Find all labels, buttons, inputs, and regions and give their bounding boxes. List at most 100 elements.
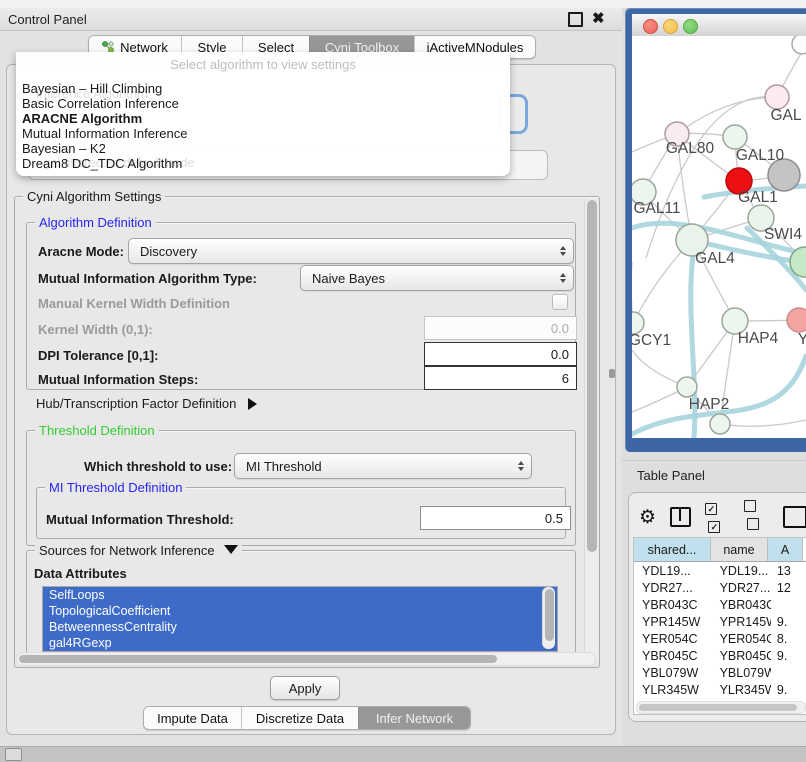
network-canvas[interactable]: GALGAL80GAL10GAL1GAL11SWI4GAL4GCY1HAP4YH… bbox=[632, 36, 806, 438]
node-label: GCY1 bbox=[632, 332, 671, 349]
table-cell: YBL079W bbox=[634, 666, 712, 680]
mi-steps-label: Mutual Information Steps: bbox=[38, 372, 198, 387]
list-scrollbar[interactable] bbox=[542, 587, 555, 649]
settings-vertical-scrollbar[interactable] bbox=[584, 198, 598, 664]
table-horizontal-scrollbar-thumb[interactable] bbox=[639, 704, 797, 711]
node-label: GAL bbox=[770, 107, 801, 124]
table-row[interactable]: YIL052CYIL052C9 bbox=[634, 698, 806, 699]
tab-impute-data[interactable]: Impute Data bbox=[144, 707, 241, 729]
network-node-hap2[interactable] bbox=[677, 377, 697, 397]
dpi-tolerance-label: DPI Tolerance [0,1]: bbox=[38, 348, 158, 363]
settings-horizontal-scrollbar-thumb[interactable] bbox=[19, 655, 497, 663]
table-horizontal-scrollbar[interactable] bbox=[636, 701, 806, 714]
node-label: GAL11 bbox=[633, 200, 680, 217]
table-row[interactable]: YER054CYER054C8. bbox=[634, 630, 806, 647]
table-cell: YPR145W bbox=[634, 615, 712, 629]
float-window-icon[interactable] bbox=[568, 12, 583, 27]
mi-algorithm-type-select[interactable]: Naive Bayes bbox=[300, 265, 574, 291]
table-panel-titlebar: Table Panel bbox=[622, 460, 806, 489]
kernel-width-label: Kernel Width (0,1): bbox=[38, 322, 153, 337]
table-cell: YBL079W bbox=[712, 666, 771, 680]
table-cell: 8. bbox=[771, 632, 806, 646]
dropdown-placeholder: Select algorithm to view settings bbox=[16, 57, 510, 71]
table-panel-window: ⚙ ✓✓ shared...nameA YDL19...YDL19...13YD… bbox=[628, 492, 806, 722]
table-cell: YDR27... bbox=[712, 581, 771, 595]
splitter-handle[interactable] bbox=[609, 369, 615, 378]
table-header-row: shared...nameA bbox=[634, 538, 806, 562]
network-node[interactable] bbox=[710, 414, 730, 434]
node-label: GAL10 bbox=[736, 147, 785, 164]
table-cell: YER054C bbox=[634, 632, 712, 646]
node-label: Y bbox=[798, 331, 806, 348]
table-rows: YDL19...YDL19...13YDR27...YDR27...12YBR0… bbox=[634, 562, 806, 699]
which-threshold-select[interactable]: MI Threshold bbox=[234, 453, 532, 479]
select-all-checked-icon[interactable]: ✓✓ bbox=[705, 499, 730, 535]
document-icon[interactable] bbox=[783, 506, 806, 528]
cyni-bottom-tabs: Impute DataDiscretize DataInfer Network bbox=[143, 706, 471, 730]
table-cell: 12 bbox=[771, 581, 806, 595]
split-columns-icon[interactable] bbox=[670, 507, 691, 527]
sources-toggle[interactable]: Sources for Network Inference bbox=[35, 543, 242, 558]
table-row[interactable]: YBL079WYBL079W bbox=[634, 664, 806, 681]
close-icon[interactable]: ✖ bbox=[592, 9, 605, 27]
attribute-item-selected[interactable]: TopologicalCoefficient bbox=[43, 603, 557, 619]
minimized-panel-icon[interactable] bbox=[5, 748, 22, 761]
kernel-width-input[interactable]: 0.0 bbox=[424, 316, 577, 340]
stepper-arrows-icon bbox=[553, 273, 573, 283]
dpi-tolerance-input[interactable]: 0.0 bbox=[424, 342, 577, 366]
table-cell: 9. bbox=[771, 683, 806, 697]
mi-steps-input[interactable]: 6 bbox=[424, 366, 577, 390]
apply-button[interactable]: Apply bbox=[270, 676, 340, 700]
algorithm-option[interactable]: Bayesian – K2 bbox=[16, 141, 510, 156]
attribute-item-selected[interactable]: BetweennessCentrality bbox=[43, 619, 557, 635]
network-node-gal10[interactable] bbox=[723, 125, 747, 149]
gear-icon[interactable]: ⚙ bbox=[639, 508, 656, 527]
aracne-mode-select[interactable]: Discovery bbox=[128, 238, 574, 264]
table-row[interactable]: YDR27...YDR27...12 bbox=[634, 579, 806, 596]
column-header-name[interactable]: name bbox=[711, 538, 768, 561]
zoom-traffic-light-icon[interactable] bbox=[683, 19, 698, 34]
network-graph: GALGAL80GAL10GAL1GAL11SWI4GAL4GCY1HAP4YH… bbox=[632, 36, 806, 438]
table-cell: YER054C bbox=[712, 632, 771, 646]
algorithm-dropdown-popup: Select algorithm to view settings Bayesi… bbox=[16, 52, 510, 176]
table-row[interactable]: YBR045CYBR045C9. bbox=[634, 647, 806, 664]
network-view-window: GALGAL80GAL10GAL1GAL11SWI4GAL4GCY1HAP4YH… bbox=[625, 8, 806, 452]
tab-discretize-data[interactable]: Discretize Data bbox=[241, 707, 358, 729]
table-row[interactable]: YBR043CYBR043C bbox=[634, 596, 806, 613]
table-row[interactable]: YDL19...YDL19...13 bbox=[634, 562, 806, 579]
which-threshold-label: Which threshold to use: bbox=[84, 459, 232, 474]
table-row[interactable]: YLR345WYLR345W9. bbox=[634, 681, 806, 698]
network-node[interactable] bbox=[792, 36, 806, 54]
panel-title: Table Panel bbox=[637, 468, 705, 483]
aracne-mode-label: Aracne Mode: bbox=[38, 244, 124, 259]
minimize-traffic-light-icon[interactable] bbox=[663, 19, 678, 34]
mi-threshold-input[interactable]: 0.5 bbox=[420, 506, 571, 530]
list-scrollbar-thumb[interactable] bbox=[545, 589, 554, 641]
manual-kernel-checkbox[interactable] bbox=[552, 294, 568, 310]
mi-algorithm-type-label: Mutual Information Algorithm Type: bbox=[38, 271, 257, 286]
algorithm-option[interactable]: Mutual Information Inference bbox=[16, 126, 510, 141]
network-node-gcy1[interactable] bbox=[632, 312, 644, 334]
hub-definition-label: Hub/Transcription Factor Definition bbox=[36, 396, 236, 411]
attribute-item-selected[interactable]: gal4RGexp bbox=[43, 635, 557, 651]
column-header-shared[interactable]: shared... bbox=[634, 538, 711, 561]
settings-vertical-scrollbar-thumb[interactable] bbox=[587, 200, 597, 552]
table-row[interactable]: YPR145WYPR145W9. bbox=[634, 613, 806, 630]
settings-horizontal-scrollbar[interactable] bbox=[16, 652, 596, 666]
select-none-unchecked-icon[interactable] bbox=[744, 499, 769, 535]
stepper-arrows-icon bbox=[553, 246, 573, 256]
close-traffic-light-icon[interactable] bbox=[643, 19, 658, 34]
table-cell: YBR043C bbox=[712, 598, 771, 612]
data-attributes-list[interactable]: SelfLoopsTopologicalCoefficientBetweenne… bbox=[42, 586, 558, 652]
group-title: Threshold Definition bbox=[35, 423, 159, 438]
network-node-y[interactable] bbox=[787, 308, 806, 332]
stepper-arrows-icon bbox=[511, 461, 531, 471]
hub-definition-toggle[interactable]: Hub/Transcription Factor Definition bbox=[36, 396, 257, 411]
column-header-A[interactable]: A bbox=[768, 538, 803, 561]
algorithm-option[interactable]: ARACNE Algorithm bbox=[16, 111, 510, 126]
tab-infer-network[interactable]: Infer Network bbox=[358, 707, 470, 729]
attribute-item-selected[interactable]: SelfLoops bbox=[43, 587, 557, 603]
network-node-gal[interactable] bbox=[765, 85, 789, 109]
network-window-titlebar[interactable] bbox=[632, 14, 806, 37]
table-cell: YBR043C bbox=[634, 598, 712, 612]
